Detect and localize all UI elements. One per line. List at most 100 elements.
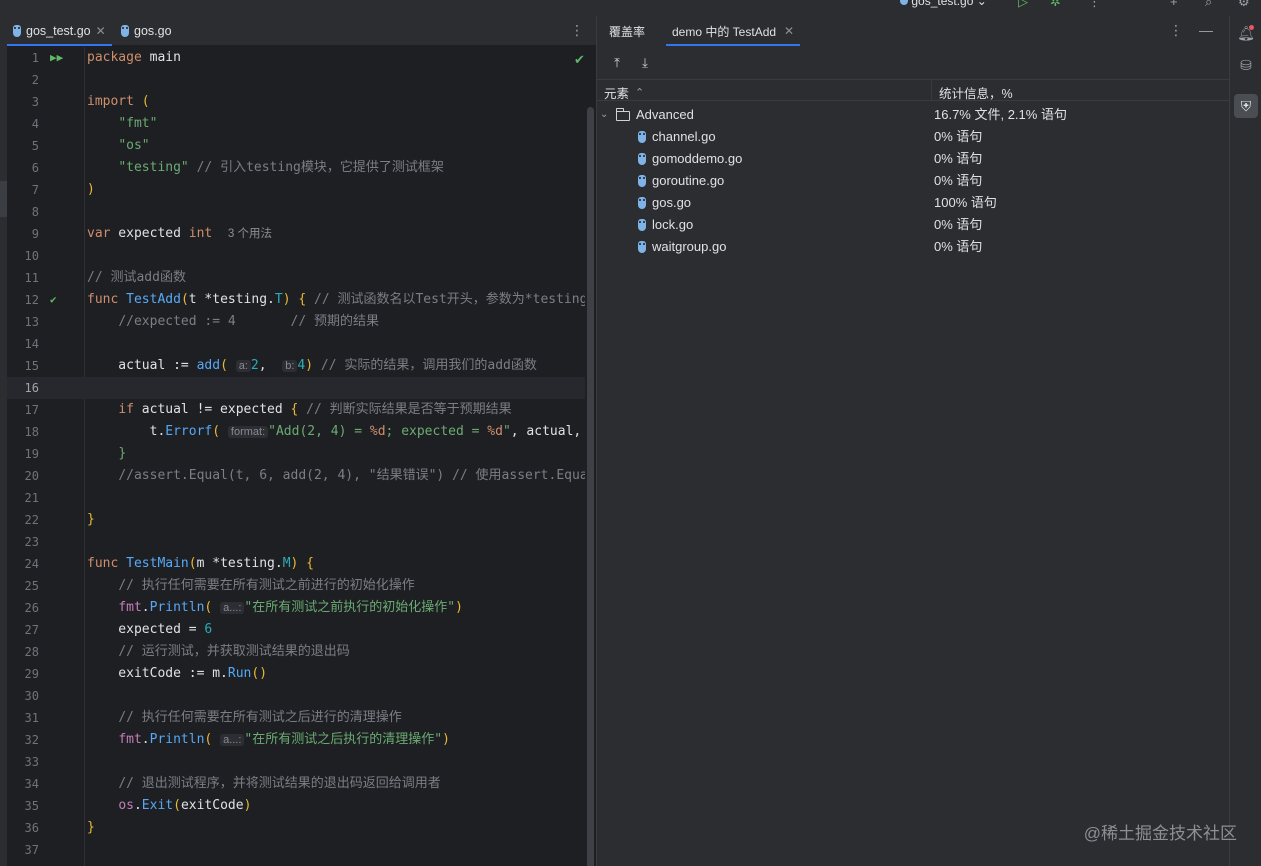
code-line-current: 16 — [7, 377, 585, 399]
tab-demo-testadd[interactable]: demo 中的 TestAdd ✕ — [665, 16, 801, 46]
code-line: 10 — [24, 249, 39, 263]
tab-menu-icon[interactable]: ⋮ — [570, 22, 584, 39]
code-line: 21 — [24, 491, 39, 505]
coverage-row-file[interactable]: gomoddemo.go 0% 语句 — [597, 148, 1229, 170]
code-line: 34 // 退出测试程序，并将测试结果的退出码返回给调用者 — [24, 776, 441, 791]
code-line: 2 — [31, 73, 39, 87]
coverage-row-file[interactable]: channel.go 0% 语句 — [597, 126, 1229, 148]
chevron-down-icon[interactable]: ⌄ — [600, 104, 610, 126]
coverage-row-folder[interactable]: ⌄ Advanced 16.7% 文件, 2.1% 语句 — [597, 104, 1229, 126]
tab-gos-go[interactable]: gos.go — [115, 16, 178, 46]
coverage-stat: 0% 语句 — [934, 129, 983, 144]
run-config-selector[interactable]: gos_test.go ⌄ — [900, 0, 987, 8]
go-file-icon — [638, 219, 646, 231]
code-line: 31 // 执行任何需要在所有测试之后进行的清理操作 — [24, 710, 402, 725]
code-line: 20 //assert.Equal(t, 6, add(2, 4), "结果错误… — [24, 468, 585, 483]
code-line: 3 import ( — [31, 94, 150, 109]
code-line: 22} — [24, 512, 95, 527]
folder-icon — [616, 107, 630, 121]
left-tool-strip — [0, 16, 7, 866]
coverage-panel: 覆盖率 demo 中的 TestAdd ✕ ⋮ — ⤒ ⤓ 元素 ⌃ 统计信息，%… — [597, 16, 1229, 866]
go-file-icon — [638, 241, 646, 253]
scrollbar-thumb[interactable] — [587, 107, 594, 866]
coverage-row-file[interactable]: lock.go 0% 语句 — [597, 214, 1229, 236]
usage-hint[interactable]: 3 个用法 — [228, 228, 272, 240]
coverage-row-file[interactable]: gos.go 100% 语句 — [597, 192, 1229, 214]
coverage-tab-bar: 覆盖率 demo 中的 TestAdd ✕ ⋮ — — [597, 16, 1229, 46]
go-file-icon — [900, 0, 908, 5]
coverage-stat: 16.7% 文件, 2.1% 语句 — [934, 107, 1067, 122]
left-strip-marker — [0, 181, 7, 217]
editor-scrollbar[interactable] — [585, 47, 596, 866]
code-line: 15 actual := add( a: 2, b: 4) // 实际的结果，调用我… — [24, 358, 537, 373]
code-line: 18 t.Errorf( format: "Add(2, 4) = %d; exp… — [24, 424, 582, 439]
code-line: 7) — [31, 182, 95, 197]
code-line: 23 — [24, 535, 39, 549]
expand-all-icon[interactable]: ⤒ — [609, 55, 625, 71]
code-line: 19 } — [24, 446, 127, 461]
right-tool-window-bar: 🔔︎ ⛁ ⛨ — [1229, 16, 1261, 866]
coverage-panel-actions: ⋮ — — [1169, 22, 1213, 39]
close-icon[interactable]: ✕ — [784, 24, 794, 38]
code-area[interactable]: 1 ▶▶ package main 2 3 import ( 4 "fmt" 5 "o… — [7, 47, 585, 866]
main-toolbar: gos_test.go ⌄ ▷ ✲ ⋮ + ⌕ ⚙ — [0, 0, 1261, 16]
code-line: 17 if actual != expected { // 判断实际结果是否等于… — [24, 402, 512, 417]
close-icon[interactable]: ✕ — [96, 24, 106, 38]
code-line: 26 fmt.Println( a...: "在所有测试之前执行的初始化操作") — [24, 600, 463, 615]
tab-coverage[interactable]: 覆盖率 — [609, 16, 645, 46]
code-line: 25 // 执行任何需要在所有测试之前进行的初始化操作 — [24, 578, 415, 593]
tab-gos-test-go[interactable]: gos_test.go ✕ — [7, 16, 112, 46]
more-vertical-icon[interactable]: ⋮ — [1088, 0, 1101, 10]
go-file-icon — [638, 153, 646, 165]
notification-badge — [1249, 25, 1254, 30]
database-icon[interactable]: ⛁ — [1237, 56, 1255, 74]
column-element[interactable]: 元素 ⌃ — [604, 83, 644, 102]
more-vertical-icon[interactable]: ⋮ — [1169, 22, 1183, 39]
watermark: @稀土掘金技术社区 — [1083, 824, 1237, 843]
code-line: 37 — [24, 843, 39, 857]
coverage-stat: 0% 语句 — [934, 239, 983, 254]
code-line: 35 os.Exit(exitCode) — [24, 798, 252, 813]
debug-icon[interactable]: ✲ — [1050, 0, 1061, 10]
coverage-stat: 0% 语句 — [934, 151, 983, 166]
code-line: 28 // 运行测试，并获取测试结果的退出码 — [24, 644, 350, 659]
column-stats[interactable]: 统计信息，% — [939, 83, 1013, 102]
code-line: 29 exitCode := m.Run() — [24, 666, 268, 681]
code-line: 14 — [24, 337, 39, 351]
coverage-row-file[interactable]: goroutine.go 0% 语句 — [597, 170, 1229, 192]
minimize-icon[interactable]: — — [1199, 22, 1213, 39]
coverage-shield-icon[interactable]: ⛨ — [1234, 94, 1258, 118]
run-icon[interactable]: ▷ — [1018, 0, 1028, 10]
settings-icon[interactable]: ⚙ — [1238, 0, 1250, 10]
notifications-bell-icon[interactable]: 🔔︎ — [1237, 24, 1255, 42]
search-icon[interactable]: ⌕ — [1205, 0, 1212, 10]
coverage-stat: 0% 语句 — [934, 217, 983, 232]
add-user-icon[interactable]: + — [1170, 0, 1178, 9]
go-file-icon — [121, 25, 129, 37]
coverage-stat: 100% 语句 — [934, 195, 997, 210]
column-separator[interactable] — [931, 80, 932, 100]
code-line: 33 — [24, 755, 39, 769]
sort-ascending-icon: ⌃ — [635, 87, 645, 99]
go-file-icon — [638, 131, 646, 143]
code-line: 32 fmt.Println( a...: "在所有测试之后执行的清理操作") — [24, 732, 450, 747]
go-file-icon — [638, 175, 646, 187]
code-line: 24 func TestMain(m *testing.M) { — [24, 556, 314, 571]
code-line: 27 expected = 6 — [24, 622, 213, 637]
editor-tab-bar: gos_test.go ✕ gos.go ⋮ — [7, 16, 596, 46]
collapse-all-icon[interactable]: ⤓ — [637, 55, 653, 71]
code-line: 4 "fmt" — [31, 116, 158, 131]
run-gutter-icon[interactable]: ▶▶ — [50, 47, 63, 69]
code-line: 6 "testing" // 引入testing模块，它提供了测试框架 — [31, 160, 444, 175]
coverage-row-file[interactable]: waitgroup.go 0% 语句 — [597, 236, 1229, 258]
code-line: 5 "os" — [31, 138, 150, 153]
code-editor: gos_test.go ✕ gos.go ⋮ ✔ 1 ▶▶ package main… — [7, 16, 596, 866]
code-line: 9 var expected int 3 个用法 — [31, 226, 272, 241]
code-line: 30 — [24, 689, 39, 703]
coverage-stat: 0% 语句 — [934, 173, 983, 188]
coverage-toolbar: ⤒ ⤓ — [597, 50, 653, 76]
code-line: 11// 测试add函数 — [24, 270, 186, 285]
test-passed-gutter-icon[interactable]: ✔ — [50, 289, 57, 311]
coverage-table-header: 元素 ⌃ 统计信息，% — [597, 79, 1229, 101]
code-line: 1 ▶▶ package main — [7, 47, 585, 69]
